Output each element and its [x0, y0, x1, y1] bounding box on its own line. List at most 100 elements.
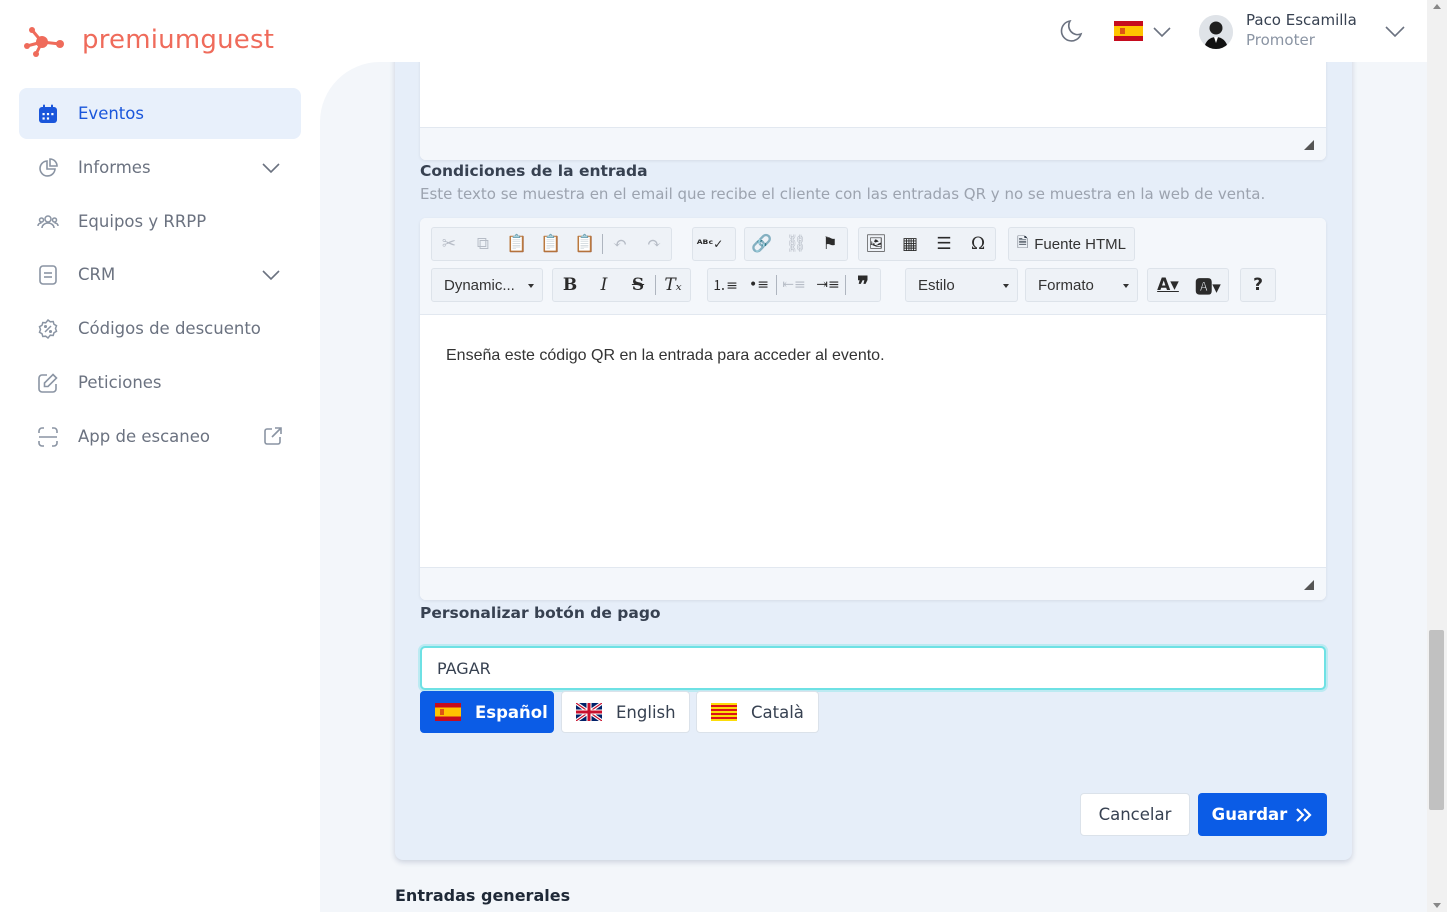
cut-icon[interactable]: ✂	[432, 228, 466, 260]
moon-icon[interactable]	[1056, 18, 1084, 51]
editor-statusbar	[420, 567, 1326, 600]
bold-icon[interactable]: B	[553, 269, 587, 301]
language-tab-en[interactable]: English	[561, 691, 690, 733]
bulleted-list-icon[interactable]: •≡	[742, 269, 776, 301]
editor-statusbar	[420, 127, 1326, 160]
table-icon[interactable]: ▦	[893, 228, 927, 260]
resize-handle-icon[interactable]	[1304, 580, 1314, 590]
brand-logo[interactable]: premiumguest	[24, 20, 274, 60]
sidebar-item-label: CRM	[78, 265, 116, 284]
horizontal-rule-icon[interactable]: ☰	[927, 228, 961, 260]
spellcheck-group: ᴬᴮᶜ✓	[692, 227, 736, 261]
background-color-icon[interactable]: 🅰▾	[1188, 269, 1228, 301]
anchor-flag-icon[interactable]: ⚑	[813, 228, 847, 260]
user-name[interactable]: Paco Escamilla	[1246, 11, 1357, 29]
previous-editor[interactable]	[420, 62, 1326, 160]
sidebar-item-informes[interactable]: Informes	[19, 142, 301, 193]
scroll-thumb[interactable]	[1429, 630, 1444, 810]
conditions-content[interactable]: Enseña este código QR en la entrada para…	[446, 347, 885, 365]
blockquote-icon[interactable]: ❞	[846, 269, 880, 301]
pay-button-label: Personalizar botón de pago	[420, 604, 661, 622]
special-char-icon[interactable]: Ω	[961, 228, 995, 260]
color-group: A▾ 🅰▾	[1147, 268, 1229, 302]
save-button-label: Guardar	[1211, 805, 1288, 824]
list-group: ⒈≡ •≡ ⇤≡ ⇥≡ ❞	[707, 268, 881, 302]
text-color-icon[interactable]: A▾	[1148, 269, 1188, 301]
numbered-list-icon[interactable]: ⒈≡	[708, 269, 742, 301]
double-chevron-right-icon	[1296, 807, 1312, 822]
source-html-button[interactable]: 🗎 Fuente HTML	[1008, 227, 1135, 261]
redo-icon[interactable]: ↷	[637, 228, 671, 260]
sidebar-item-crm[interactable]: CRM	[19, 249, 301, 300]
cancel-button[interactable]: Cancelar	[1080, 793, 1190, 836]
outdent-icon[interactable]: ⇤≡	[777, 269, 811, 301]
spain-flag-icon	[435, 703, 461, 721]
chevron-down-icon[interactable]	[1153, 25, 1171, 44]
main-content: Condiciones de la entrada Este texto se …	[320, 62, 1427, 912]
dynamic-select-label: Dynamic...	[444, 276, 515, 294]
sidebar-item-descuentos[interactable]: Códigos de descuento	[19, 303, 301, 354]
sidebar-item-eventos[interactable]: Eventos	[19, 88, 301, 139]
language-tab-label: Català	[751, 702, 804, 722]
style-select[interactable]: Estilo	[905, 268, 1018, 302]
pay-button-input[interactable]: PAGAR	[420, 646, 1326, 690]
sidebar-item-peticiones[interactable]: Peticiones	[19, 357, 301, 408]
help-icon[interactable]: ?	[1241, 269, 1275, 301]
copy-icon[interactable]: ⧉	[466, 228, 500, 260]
editor-toolbar: ✂ ⧉ 📋 📋 📋 ↶ ↷ ᴬᴮᶜ✓ 🔗 ⛓ ⚑ 🖼 ▦ ☰ Ω 🗎 Fuent…	[420, 218, 1326, 315]
edit-icon	[37, 372, 59, 394]
save-button[interactable]: Guardar	[1198, 793, 1327, 836]
chevron-down-icon[interactable]	[261, 265, 281, 290]
avatar[interactable]	[1199, 15, 1233, 49]
language-tab-es[interactable]: Español	[420, 691, 554, 733]
insert-group: 🖼 ▦ ☰ Ω	[858, 227, 996, 261]
link-group: 🔗 ⛓ ⚑	[744, 227, 848, 261]
unlink-icon[interactable]: ⛓	[779, 228, 813, 260]
strike-icon[interactable]: S	[621, 269, 655, 301]
user-role: Promoter	[1246, 31, 1315, 49]
external-link-icon	[263, 426, 283, 451]
spain-flag-icon[interactable]	[1114, 21, 1143, 41]
format-select-label: Formato	[1038, 276, 1094, 294]
remove-format-icon[interactable]: Tₓ	[656, 269, 690, 301]
chevron-down-icon[interactable]	[1384, 23, 1406, 44]
italic-icon[interactable]: I	[587, 269, 621, 301]
undo-icon[interactable]: ↶	[603, 228, 637, 260]
sidebar-item-label: Informes	[78, 158, 151, 177]
sidebar-item-app-escaneo[interactable]: App de escaneo	[19, 411, 301, 462]
sidebar-item-equipos[interactable]: Equipos y RRPP	[19, 196, 301, 247]
catalonia-flag-icon	[711, 703, 737, 721]
paste-text-icon[interactable]: 📋	[534, 228, 568, 260]
spellcheck-icon[interactable]: ᴬᴮᶜ✓	[693, 228, 727, 260]
indent-icon[interactable]: ⇥≡	[811, 269, 845, 301]
style-select-label: Estilo	[918, 276, 955, 294]
language-tab-ca[interactable]: Català	[696, 691, 819, 733]
language-tab-label: Español	[475, 702, 548, 722]
link-icon[interactable]: 🔗	[745, 228, 779, 260]
document-icon	[37, 264, 59, 286]
image-icon[interactable]: 🖼	[859, 228, 893, 260]
conditions-editor: ✂ ⧉ 📋 📋 📋 ↶ ↷ ᴬᴮᶜ✓ 🔗 ⛓ ⚑ 🖼 ▦ ☰ Ω 🗎 Fuent…	[420, 218, 1326, 600]
scroll-down-arrow-icon[interactable]	[1433, 903, 1441, 908]
section-title: Entradas generales	[395, 886, 571, 905]
discount-badge-icon	[37, 318, 59, 340]
resize-handle-icon[interactable]	[1304, 140, 1314, 150]
page-scrollbar[interactable]	[1427, 0, 1447, 912]
paste-icon[interactable]: 📋	[500, 228, 534, 260]
pie-chart-icon	[37, 157, 59, 179]
conditions-help: Este texto se muestra en el email que re…	[420, 185, 1266, 203]
paste-word-icon[interactable]: 📋	[568, 228, 602, 260]
sidebar-item-label: Equipos y RRPP	[78, 212, 207, 231]
logo-mark-icon	[24, 27, 64, 57]
sidebar-item-label: Códigos de descuento	[78, 319, 261, 338]
chevron-down-icon[interactable]	[261, 158, 281, 183]
uk-flag-icon	[576, 703, 602, 721]
scroll-up-arrow-icon[interactable]	[1433, 4, 1441, 9]
format-select[interactable]: Formato	[1025, 268, 1138, 302]
users-icon	[37, 211, 59, 233]
conditions-label: Condiciones de la entrada	[420, 162, 648, 180]
language-tab-label: English	[616, 702, 676, 722]
dynamic-select[interactable]: Dynamic...	[431, 268, 543, 302]
top-header: Paco Escamilla Promoter	[320, 0, 1427, 62]
clipboard-group: ✂ ⧉ 📋 📋 📋 ↶ ↷	[431, 227, 672, 261]
